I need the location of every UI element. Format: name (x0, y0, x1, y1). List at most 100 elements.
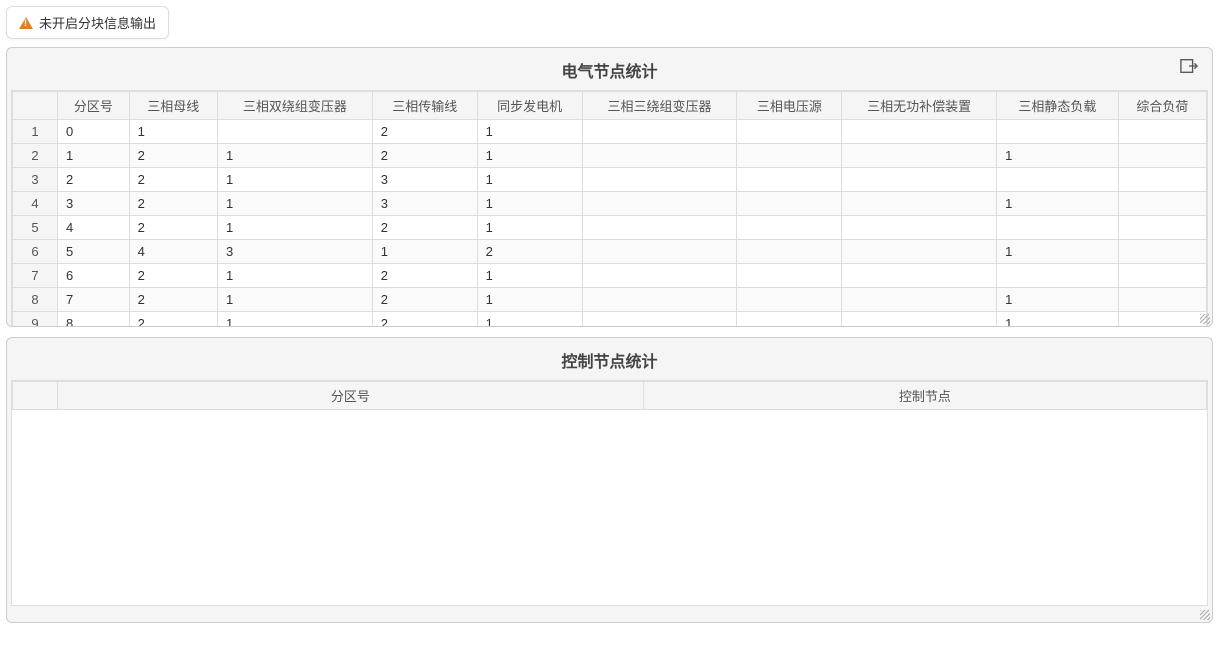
table-cell[interactable] (582, 192, 737, 216)
table-cell[interactable]: 4 (129, 240, 217, 264)
table-cell[interactable] (997, 120, 1119, 144)
table-cell[interactable]: 3 (217, 240, 372, 264)
table-row[interactable]: 322131 (13, 168, 1207, 192)
table-cell[interactable]: 3 (372, 192, 477, 216)
table-cell[interactable]: 7 (58, 288, 130, 312)
table-cell[interactable]: 1 (477, 120, 582, 144)
table-cell[interactable]: 1 (217, 288, 372, 312)
table-cell[interactable]: 0 (58, 120, 130, 144)
column-header[interactable]: 三相电压源 (737, 92, 842, 120)
table-cell[interactable] (582, 312, 737, 328)
table-row[interactable]: 10121 (13, 120, 1207, 144)
table-cell[interactable] (842, 216, 997, 240)
table-cell[interactable]: 2 (372, 312, 477, 328)
table-cell[interactable]: 1 (997, 240, 1119, 264)
table-cell[interactable]: 1 (477, 168, 582, 192)
table-cell[interactable] (217, 120, 372, 144)
table-cell[interactable] (842, 120, 997, 144)
table-row[interactable]: 4321311 (13, 192, 1207, 216)
table-cell[interactable]: 2 (129, 312, 217, 328)
table-cell[interactable]: 1 (58, 144, 130, 168)
table-cell[interactable]: 1 (477, 264, 582, 288)
column-header[interactable]: 分区号 (58, 92, 130, 120)
table-cell[interactable]: 2 (372, 120, 477, 144)
table-cell[interactable] (737, 216, 842, 240)
table-cell[interactable] (737, 240, 842, 264)
table-cell[interactable] (582, 288, 737, 312)
table-cell[interactable]: 1 (477, 312, 582, 328)
table-cell[interactable]: 1 (997, 288, 1119, 312)
table-cell[interactable] (582, 168, 737, 192)
table-cell[interactable]: 1 (217, 264, 372, 288)
table-cell[interactable] (1118, 312, 1206, 328)
table-cell[interactable] (842, 168, 997, 192)
column-header[interactable]: 三相双绕组变压器 (217, 92, 372, 120)
column-header[interactable]: 三相母线 (129, 92, 217, 120)
table-cell[interactable] (737, 312, 842, 328)
column-header[interactable]: 三相传输线 (372, 92, 477, 120)
table-cell[interactable]: 1 (217, 312, 372, 328)
table-cell[interactable]: 1 (997, 192, 1119, 216)
table-row[interactable]: 6543121 (13, 240, 1207, 264)
table-cell[interactable] (842, 192, 997, 216)
table-cell[interactable] (842, 144, 997, 168)
table-cell[interactable]: 2 (477, 240, 582, 264)
column-header[interactable]: 综合负荷 (1118, 92, 1206, 120)
table-row[interactable]: 8721211 (13, 288, 1207, 312)
table-cell[interactable] (737, 192, 842, 216)
column-header[interactable]: 分区号 (58, 382, 644, 410)
table-cell[interactable]: 1 (477, 192, 582, 216)
table-cell[interactable] (842, 288, 997, 312)
table-cell[interactable]: 2 (129, 192, 217, 216)
table-cell[interactable]: 2 (129, 216, 217, 240)
warning-tab[interactable]: 未开启分块信息输出 (6, 6, 169, 39)
table-cell[interactable] (997, 168, 1119, 192)
table-cell[interactable]: 6 (58, 264, 130, 288)
table-cell[interactable]: 1 (217, 192, 372, 216)
table-cell[interactable]: 3 (372, 168, 477, 192)
table-cell[interactable]: 1 (477, 144, 582, 168)
table-cell[interactable] (737, 120, 842, 144)
resize-handle[interactable] (1200, 610, 1210, 620)
column-header[interactable]: 控制节点 (643, 382, 1206, 410)
table-cell[interactable]: 2 (372, 288, 477, 312)
table-cell[interactable] (582, 144, 737, 168)
table-row[interactable]: 762121 (13, 264, 1207, 288)
table-cell[interactable] (1118, 192, 1206, 216)
table-cell[interactable]: 2 (129, 168, 217, 192)
table-scroll-container[interactable]: 分区号三相母线三相双绕组变压器三相传输线同步发电机三相三绕组变压器三相电压源三相… (7, 90, 1212, 327)
table-row[interactable]: 2121211 (13, 144, 1207, 168)
column-header[interactable]: 三相静态负载 (997, 92, 1119, 120)
table-cell[interactable] (582, 120, 737, 144)
table-cell[interactable]: 1 (372, 240, 477, 264)
table-cell[interactable] (842, 264, 997, 288)
table-cell[interactable] (737, 168, 842, 192)
table-cell[interactable] (1118, 288, 1206, 312)
table-cell[interactable]: 1 (477, 288, 582, 312)
table-cell[interactable] (737, 288, 842, 312)
table-cell[interactable]: 2 (129, 144, 217, 168)
table-cell[interactable]: 1 (997, 144, 1119, 168)
table-cell[interactable] (1118, 120, 1206, 144)
table-cell[interactable] (842, 240, 997, 264)
table-cell[interactable]: 1 (217, 144, 372, 168)
table-cell[interactable]: 2 (372, 264, 477, 288)
table-cell[interactable] (997, 264, 1119, 288)
table-cell[interactable]: 2 (129, 288, 217, 312)
table-cell[interactable] (737, 264, 842, 288)
table-cell[interactable] (1118, 216, 1206, 240)
table-cell[interactable]: 2 (372, 216, 477, 240)
column-header[interactable]: 三相三绕组变压器 (582, 92, 737, 120)
table-cell[interactable]: 4 (58, 216, 130, 240)
table-cell[interactable] (1118, 144, 1206, 168)
table-cell[interactable]: 3 (58, 192, 130, 216)
table-cell[interactable]: 2 (58, 168, 130, 192)
table-cell[interactable] (582, 264, 737, 288)
table-cell[interactable]: 5 (58, 240, 130, 264)
table-cell[interactable] (582, 216, 737, 240)
column-header[interactable]: 同步发电机 (477, 92, 582, 120)
column-header[interactable]: 三相无功补偿装置 (842, 92, 997, 120)
table-cell[interactable] (737, 144, 842, 168)
table-cell[interactable]: 2 (372, 144, 477, 168)
table-cell[interactable]: 2 (129, 264, 217, 288)
